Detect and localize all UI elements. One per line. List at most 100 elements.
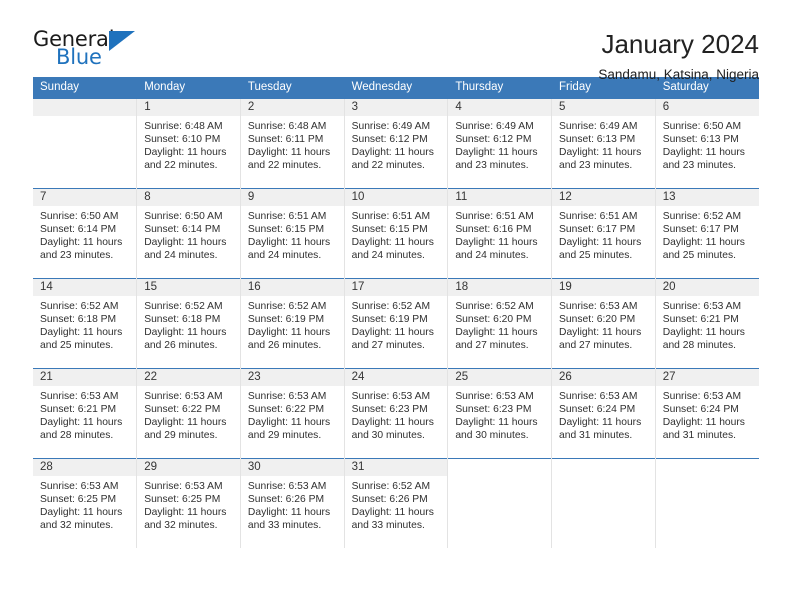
calendar-day-cell[interactable]: 28 Sunrise: 6:53 AM Sunset: 6:25 PM Dayligh… [33, 457, 137, 549]
calendar-day-cell[interactable]: 5 Sunrise: 6:49 AM Sunset: 6:13 PM Daylight… [551, 97, 656, 189]
day-details: Sunrise: 6:53 AM Sunset: 6:26 PM Daylight:… [241, 476, 344, 532]
sunrise-time: Sunrise: 6:53 AM [662, 300, 742, 312]
sunset-time: Sunset: 6:23 PM [455, 403, 532, 415]
daylight-duration-line2: and 24 minutes. [144, 249, 218, 261]
calendar-page: General Blue January 2024 Sandamu, Katsi… [0, 0, 792, 612]
calendar-day-cell[interactable]: 15 Sunrise: 6:52 AM Sunset: 6:18 PM Dayligh… [136, 277, 241, 369]
calendar-day-cell[interactable]: 26 Sunrise: 6:53 AM Sunset: 6:24 PM Dayligh… [551, 367, 656, 459]
calendar-day-cell[interactable]: 29 Sunrise: 6:53 AM Sunset: 6:25 PM Dayligh… [136, 457, 241, 549]
sunrise-time: Sunrise: 6:52 AM [351, 300, 431, 312]
daylight-duration-line1: Daylight: 11 hours [351, 326, 434, 338]
daylight-duration-line2: and 31 minutes. [662, 429, 736, 441]
day-number: 25 [448, 368, 552, 386]
calendar-day-cell[interactable]: 10 Sunrise: 6:51 AM Sunset: 6:15 PM Dayligh… [343, 187, 448, 279]
day-number: 1 [137, 98, 240, 116]
day-details: Sunrise: 6:53 AM Sunset: 6:25 PM Daylight:… [137, 476, 240, 532]
daylight-duration-line2: and 22 minutes. [247, 159, 322, 171]
day-number: 11 [448, 188, 552, 206]
calendar-week-row: 28 Sunrise: 6:53 AM Sunset: 6:25 PM Dayligh… [33, 457, 759, 549]
daylight-duration-line2: and 26 minutes. [144, 339, 218, 351]
calendar-week-row: 21 Sunrise: 6:53 AM Sunset: 6:21 PM Dayligh… [33, 367, 759, 459]
day-details: Sunrise: 6:52 AM Sunset: 6:18 PM Daylight:… [137, 296, 240, 352]
calendar-day-cell[interactable]: 19 Sunrise: 6:53 AM Sunset: 6:20 PM Dayligh… [551, 277, 656, 369]
calendar-day-cell[interactable]: 20 Sunrise: 6:53 AM Sunset: 6:21 PM Dayligh… [654, 277, 759, 369]
sunrise-time: Sunrise: 6:52 AM [247, 300, 327, 312]
calendar-day-cell[interactable]: 25 Sunrise: 6:53 AM Sunset: 6:23 PM Dayligh… [447, 367, 552, 459]
sunset-time: Sunset: 6:23 PM [351, 403, 428, 415]
calendar-day-cell[interactable]: 3 Sunrise: 6:49 AM Sunset: 6:12 PM Daylight… [343, 97, 448, 189]
calendar-day-cell[interactable]: 2 Sunrise: 6:48 AM Sunset: 6:11 PM Daylight… [239, 97, 345, 189]
daylight-duration-line2: and 25 minutes. [662, 249, 736, 261]
calendar-day-cell[interactable]: 22 Sunrise: 6:53 AM Sunset: 6:22 PM Dayligh… [136, 367, 241, 459]
daylight-duration-line2: and 33 minutes. [247, 519, 322, 531]
calendar-day-cell[interactable]: 30 Sunrise: 6:53 AM Sunset: 6:26 PM Dayligh… [239, 457, 345, 549]
general-blue-logo: General Blue [33, 29, 153, 75]
calendar-day-cell[interactable]: 1 Sunrise: 6:48 AM Sunset: 6:10 PM Daylight… [136, 97, 241, 189]
daylight-duration-line2: and 32 minutes. [144, 519, 218, 531]
daylight-duration-line2: and 24 minutes. [351, 249, 425, 261]
day-number: 7 [33, 188, 137, 206]
calendar-day-cell[interactable]: 13 Sunrise: 6:52 AM Sunset: 6:17 PM Dayligh… [654, 187, 759, 279]
day-number: 3 [344, 98, 448, 116]
daylight-duration-line2: and 23 minutes. [662, 159, 736, 171]
sunset-time: Sunset: 6:18 PM [144, 313, 221, 325]
day-number [33, 98, 137, 116]
calendar-day-cell[interactable]: 31 Sunrise: 6:52 AM Sunset: 6:26 PM Dayligh… [343, 457, 448, 549]
calendar-day-cell[interactable]: 12 Sunrise: 6:51 AM Sunset: 6:17 PM Dayligh… [551, 187, 656, 279]
calendar-day-cell[interactable]: 4 Sunrise: 6:49 AM Sunset: 6:12 PM Daylight… [447, 97, 552, 189]
calendar-body: 1 Sunrise: 6:48 AM Sunset: 6:10 PM Daylight… [33, 97, 759, 549]
day-number: 9 [240, 188, 344, 206]
calendar-day-cell[interactable]: 18 Sunrise: 6:52 AM Sunset: 6:20 PM Dayligh… [447, 277, 552, 369]
page-masthead: General Blue January 2024 Sandamu, Katsi… [33, 0, 759, 82]
daylight-duration-line1: Daylight: 11 hours [351, 146, 434, 158]
sunset-time: Sunset: 6:25 PM [144, 493, 221, 505]
calendar-day-cell[interactable]: 8 Sunrise: 6:50 AM Sunset: 6:14 PM Daylight… [136, 187, 241, 279]
logo-text-blue: Blue [56, 45, 102, 69]
sunrise-time: Sunrise: 6:53 AM [559, 300, 638, 312]
daylight-duration-line2: and 32 minutes. [40, 519, 114, 531]
calendar-day-cell[interactable]: 27 Sunrise: 6:53 AM Sunset: 6:24 PM Dayligh… [654, 367, 759, 459]
sunrise-time: Sunrise: 6:52 AM [662, 210, 742, 222]
sunrise-time: Sunrise: 6:50 AM [40, 210, 119, 222]
daylight-duration-line2: and 23 minutes. [455, 159, 529, 171]
calendar-day-cell[interactable]: 9 Sunrise: 6:51 AM Sunset: 6:15 PM Daylight… [239, 187, 345, 279]
calendar-day-cell[interactable]: 16 Sunrise: 6:52 AM Sunset: 6:19 PM Dayligh… [239, 277, 345, 369]
calendar-day-cell[interactable]: 23 Sunrise: 6:53 AM Sunset: 6:22 PM Dayligh… [239, 367, 345, 459]
calendar-day-cell[interactable]: 17 Sunrise: 6:52 AM Sunset: 6:19 PM Dayligh… [343, 277, 448, 369]
calendar-day-cell[interactable]: 24 Sunrise: 6:53 AM Sunset: 6:23 PM Dayligh… [343, 367, 448, 459]
day-details: Sunrise: 6:53 AM Sunset: 6:21 PM Daylight:… [656, 296, 759, 352]
calendar-day-cell-empty [654, 457, 759, 549]
day-details: Sunrise: 6:53 AM Sunset: 6:25 PM Daylight:… [33, 476, 136, 532]
sunset-time: Sunset: 6:13 PM [662, 133, 739, 145]
calendar-day-cell[interactable]: 14 Sunrise: 6:52 AM Sunset: 6:18 PM Dayligh… [33, 277, 137, 369]
day-number: 30 [240, 458, 344, 476]
day-details: Sunrise: 6:52 AM Sunset: 6:20 PM Daylight:… [448, 296, 551, 352]
day-details: Sunrise: 6:52 AM Sunset: 6:19 PM Daylight:… [241, 296, 344, 352]
daylight-duration-line2: and 29 minutes. [247, 429, 322, 441]
sunrise-time: Sunrise: 6:52 AM [40, 300, 119, 312]
weekday-header-thursday: Thursday [447, 77, 553, 99]
sunrise-time: Sunrise: 6:51 AM [247, 210, 327, 222]
day-number: 2 [240, 98, 344, 116]
day-number: 18 [448, 278, 552, 296]
daylight-duration-line2: and 31 minutes. [559, 429, 633, 441]
sunset-time: Sunset: 6:13 PM [559, 133, 636, 145]
day-number [448, 458, 552, 476]
sunset-time: Sunset: 6:24 PM [662, 403, 739, 415]
daylight-duration-line1: Daylight: 11 hours [351, 236, 434, 248]
day-number: 12 [552, 188, 655, 206]
day-details: Sunrise: 6:52 AM Sunset: 6:19 PM Daylight:… [345, 296, 448, 352]
day-number: 16 [240, 278, 344, 296]
calendar-day-cell[interactable]: 7 Sunrise: 6:50 AM Sunset: 6:14 PM Daylight… [33, 187, 137, 279]
calendar-day-cell[interactable]: 21 Sunrise: 6:53 AM Sunset: 6:21 PM Dayligh… [33, 367, 137, 459]
calendar-day-cell[interactable]: 11 Sunrise: 6:51 AM Sunset: 6:16 PM Dayligh… [447, 187, 552, 279]
daylight-duration-line1: Daylight: 11 hours [662, 146, 745, 158]
calendar-day-cell[interactable]: 6 Sunrise: 6:50 AM Sunset: 6:13 PM Daylight… [654, 97, 759, 189]
sunrise-time: Sunrise: 6:53 AM [559, 390, 638, 402]
day-details: Sunrise: 6:48 AM Sunset: 6:11 PM Daylight:… [241, 116, 344, 172]
daylight-duration-line1: Daylight: 11 hours [144, 506, 227, 518]
day-number [655, 458, 759, 476]
day-number: 10 [344, 188, 448, 206]
daylight-duration-line1: Daylight: 11 hours [40, 326, 123, 338]
daylight-duration-line1: Daylight: 11 hours [144, 416, 227, 428]
